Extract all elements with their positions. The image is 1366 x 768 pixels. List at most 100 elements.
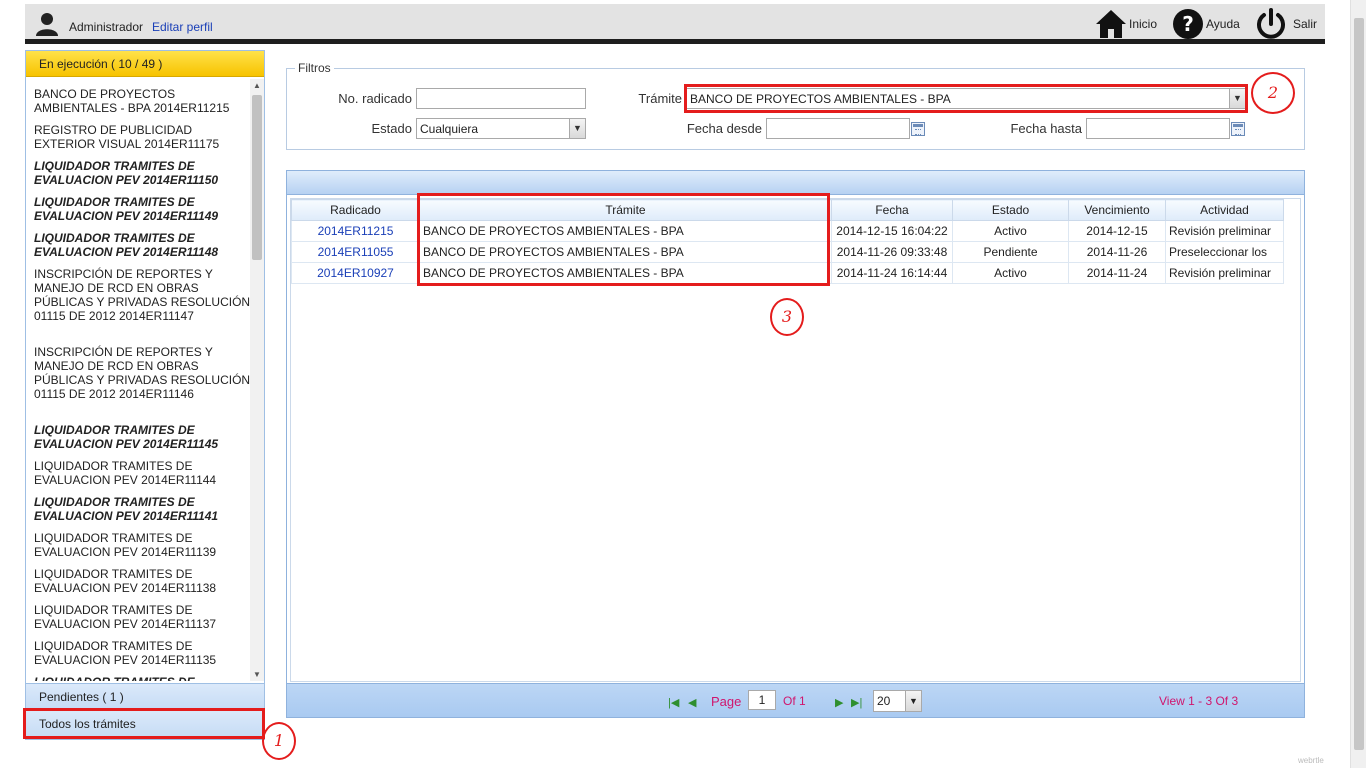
table-row[interactable]: 2014ER10927 BANCO DE PROYECTOS AMBIENTALE… [291,262,1284,284]
column-header[interactable]: Estado [952,199,1069,221]
user-name: Administrador [69,20,144,34]
power-icon [1257,8,1285,39]
sidebar-list-item[interactable]: LIQUIDADOR TRAMITES DE EVALUACION PEV 20… [34,495,254,523]
page-number-input[interactable]: 1 [748,690,776,710]
radicado-link[interactable]: 2014ER11055 [291,241,420,263]
accordion-todos-los-tramites[interactable]: Todos los trámites [26,711,264,737]
page-label: Page [711,694,742,709]
home-button[interactable]: Inicio [1095,8,1183,40]
estado-label: Estado [371,121,412,136]
fecha-desde-label: Fecha desde [686,121,762,136]
filters-legend: Filtros [295,61,334,75]
sidebar-list-item[interactable]: INSCRIPCIÓN DE REPORTES Y MANEJO DE RCD … [34,345,254,401]
sidebar-list-item[interactable]: LIQUIDADOR TRAMITES DE EVALUACION PEV 20… [34,195,254,223]
accordion-en-ejecucion[interactable]: En ejecución ( 10 / 49 ) [26,51,264,77]
column-header[interactable]: Fecha [831,199,953,221]
watermark: webrtle [1298,756,1324,765]
logout-button[interactable]: Salir [1255,8,1325,40]
sidebar-list: BANCO DE PROYECTOS AMBIENTALES - BPA 201… [26,79,264,681]
table-cell: 2014-12-15 [1068,220,1166,242]
table-cell: Activo [952,220,1069,242]
column-header[interactable]: Trámite [419,199,832,221]
svg-text:?: ? [1182,12,1194,36]
estado-select-value: Cualquiera [420,122,479,136]
scroll-down-icon[interactable]: ▼ [253,670,261,679]
column-header[interactable]: Vencimiento [1068,199,1166,221]
prev-page-icon[interactable]: ◀ [688,696,696,709]
sidebar-list-item[interactable]: LIQUIDADOR TRAMITES DE EVALUACION PEV 20… [34,459,254,487]
home-label: Inicio [1129,17,1158,31]
fecha-hasta-label: Fecha hasta [1010,121,1082,136]
grid-caption-bar [287,171,1304,195]
tramite-select[interactable]: BANCO DE PROYECTOS AMBIENTALES - BPA ▼ [686,88,1246,109]
table-cell: Activo [952,262,1069,284]
home-icon [1096,10,1126,38]
scroll-up-icon[interactable]: ▲ [253,81,261,90]
sidebar: En ejecución ( 10 / 49 ) BANCO DE PROYEC… [25,50,265,740]
sidebar-list-item[interactable]: LIQUIDADOR TRAMITES DE EVALUACION PEV 20… [34,603,254,631]
table-cell: Pendiente [952,241,1069,263]
table-cell: Preseleccionar los [1165,241,1284,263]
user-icon [36,13,58,36]
sidebar-list-item[interactable]: LIQUIDADOR TRAMITES DE EVALUACION PEV 20… [34,567,254,595]
sidebar-list-item[interactable]: LIQUIDADOR TRAMITES DE [34,675,254,681]
table-cell: 2014-11-26 [1068,241,1166,263]
estado-select[interactable]: Cualquiera ▼ [416,118,586,139]
sidebar-list-item[interactable]: LIQUIDADOR TRAMITES DE EVALUACION PEV 20… [34,231,254,259]
page-size-select[interactable]: 20 ▼ [873,690,922,712]
results-grid: Radicado Trámite Fecha Estado Vencimiento Act… [286,170,1305,718]
help-icon: ? [1173,9,1203,39]
sidebar-list-item[interactable]: LIQUIDADOR TRAMITES DE EVALUACION PEV 20… [34,531,254,559]
table-row[interactable]: 2014ER11215 BANCO DE PROYECTOS AMBIENTALE… [291,220,1284,242]
table-cell: BANCO DE PROYECTOS AMBIENTALES - BPA [419,241,832,263]
table-header-row: Radicado Trámite Fecha Estado Vencimiento Act… [291,199,1284,221]
annotation-circle-1: 1 [262,722,296,760]
table-cell: 2014-11-26 09:33:48 [831,241,953,263]
next-page-icon[interactable]: ▶ [835,696,843,709]
radicado-link[interactable]: 2014ER10927 [291,262,420,284]
table-cell: 2014-12-15 16:04:22 [831,220,953,242]
last-page-icon[interactable]: ▶| [851,696,862,709]
top-bar: Administrador Editar perfil Inicio ? Ayu… [25,4,1325,44]
page-size-value: 20 [877,694,891,708]
calendar-icon[interactable] [1231,122,1245,136]
scroll-thumb[interactable] [252,95,262,260]
table-cell: BANCO DE PROYECTOS AMBIENTALES - BPA [419,220,832,242]
table-cell: Revisión preliminar [1165,220,1284,242]
sidebar-scrollbar[interactable]: ▲ ▼ [250,79,264,681]
calendar-icon[interactable] [911,122,925,136]
results-table: Radicado Trámite Fecha Estado Vencimiento Act… [291,199,1284,284]
table-cell: Revisión preliminar [1165,262,1284,284]
column-header[interactable]: Radicado [291,199,420,221]
fecha-desde-input[interactable] [766,118,910,139]
sidebar-list-item[interactable]: REGISTRO DE PUBLICIDAD EXTERIOR VISUAL 2… [34,123,254,151]
radicado-label: No. radicado [338,91,412,106]
fecha-hasta-input[interactable] [1086,118,1230,139]
sidebar-list-item[interactable]: BANCO DE PROYECTOS AMBIENTALES - BPA 201… [34,87,254,115]
tramite-label: Trámite [638,91,682,106]
accordion-pendientes[interactable]: Pendientes ( 1 ) [26,683,264,709]
sidebar-list-item[interactable]: INSCRIPCIÓN DE REPORTES Y MANEJO DE RCD … [34,267,254,323]
tramite-select-value: BANCO DE PROYECTOS AMBIENTALES - BPA [690,92,951,106]
first-page-icon[interactable]: |◀ [668,696,679,709]
column-header[interactable]: Actividad [1165,199,1284,221]
table-cell: 2014-11-24 [1068,262,1166,284]
help-label: Ayuda [1206,17,1240,31]
logout-label: Salir [1293,17,1318,31]
grid-body: Radicado Trámite Fecha Estado Vencimiento Act… [290,198,1301,682]
page-of-label: Of 1 [783,694,806,708]
radicado-input[interactable] [416,88,586,109]
sidebar-list-item[interactable]: LIQUIDADOR TRAMITES DE EVALUACION PEV 20… [34,159,254,187]
chevron-down-icon[interactable]: ▼ [1229,89,1245,108]
sidebar-list-item[interactable]: LIQUIDADOR TRAMITES DE EVALUACION PEV 20… [34,423,254,451]
radicado-link[interactable]: 2014ER11215 [291,220,420,242]
chevron-down-icon[interactable]: ▼ [905,691,921,711]
edit-profile-link[interactable]: Editar perfil [152,20,213,34]
window-scrollbar[interactable] [1350,0,1366,768]
chevron-down-icon[interactable]: ▼ [569,119,585,138]
table-row[interactable]: 2014ER11055 BANCO DE PROYECTOS AMBIENTALE… [291,241,1284,263]
table-cell: BANCO DE PROYECTOS AMBIENTALES - BPA [419,262,832,284]
help-button[interactable]: ? Ayuda [1172,8,1252,40]
window-scroll-thumb[interactable] [1354,18,1364,750]
sidebar-list-item[interactable]: LIQUIDADOR TRAMITES DE EVALUACION PEV 20… [34,639,254,667]
